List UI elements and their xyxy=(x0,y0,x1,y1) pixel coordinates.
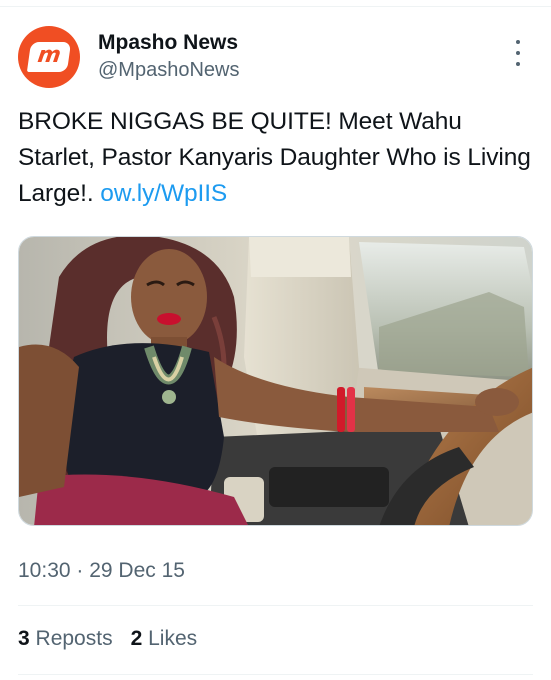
more-dot xyxy=(516,40,520,44)
top-divider xyxy=(0,6,551,7)
likes-count: 2 xyxy=(130,627,143,650)
tweet-card: m Mpasho News @MpashoNews BROKE NIGGAS B… xyxy=(0,0,551,680)
tweet-timestamp[interactable]: 10:30 · 29 Dec 15 xyxy=(18,559,185,583)
tweet-media-image[interactable] xyxy=(18,236,533,526)
likes-stat[interactable]: 2 Likes xyxy=(131,627,198,651)
reposts-stat[interactable]: 3 Reposts xyxy=(18,627,113,651)
tweet-link[interactable]: ow.ly/WpIIS xyxy=(100,180,227,207)
likes-label: Likes xyxy=(148,627,198,650)
avatar-logo-letter: m xyxy=(36,42,63,68)
author-handle[interactable]: @MpashoNews xyxy=(98,59,239,82)
divider xyxy=(18,674,533,675)
media-photo xyxy=(19,237,532,525)
more-dot xyxy=(516,51,520,55)
more-options-icon[interactable] xyxy=(508,40,528,66)
author-display-name[interactable]: Mpasho News xyxy=(98,31,238,55)
more-dot xyxy=(516,62,520,66)
avatar-logo-badge: m xyxy=(26,42,72,72)
avatar[interactable]: m xyxy=(18,26,80,88)
engagement-stats: 3 Reposts 2 Likes xyxy=(18,627,197,651)
reposts-count: 3 xyxy=(18,627,30,650)
tweet-body: BROKE NIGGAS BE QUITE! Meet Wahu Starlet… xyxy=(18,108,531,207)
reposts-label: Reposts xyxy=(35,627,113,650)
divider xyxy=(18,605,533,606)
tweet-text: BROKE NIGGAS BE QUITE! Meet Wahu Starlet… xyxy=(18,104,538,212)
